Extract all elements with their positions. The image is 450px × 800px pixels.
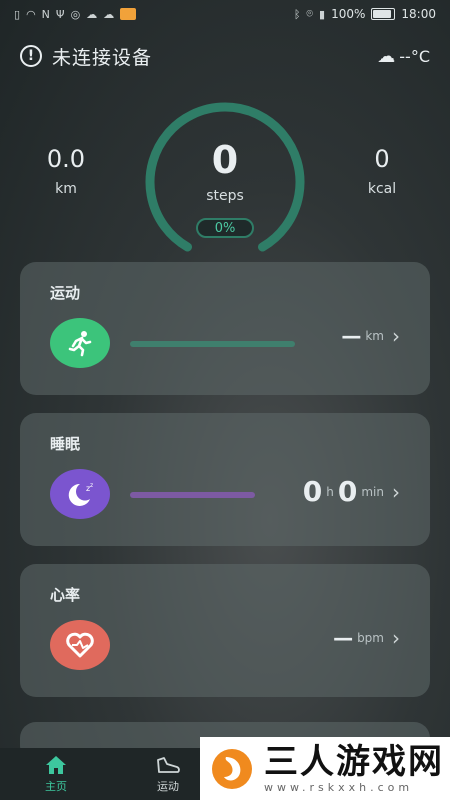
home-icon	[26, 754, 86, 778]
sport-card[interactable]: 运动 — km ›	[20, 262, 430, 395]
status-bar-right: ᛒ ⌾ ▮ 100% 18:00	[294, 7, 436, 21]
sport-value: —	[341, 324, 362, 348]
clock: 18:00	[401, 7, 436, 21]
sport-unit: km	[365, 329, 384, 343]
tab-home[interactable]: 主页	[26, 754, 86, 794]
heart-rate-card[interactable]: 心率 — bpm ›	[20, 564, 430, 697]
shoe-icon	[138, 754, 198, 778]
tab-sport[interactable]: 运动	[138, 754, 198, 794]
watermark-name: 三人游戏网	[264, 742, 444, 782]
device-status-title: 未连接设备	[52, 46, 153, 69]
sleep-hours-unit: h	[326, 484, 334, 499]
activity-summary: 0.0 km 0 steps 0 kcal 0%	[0, 90, 450, 252]
watermark-text: 三人游戏网 www.rskxxh.com	[264, 743, 444, 794]
steps-progress-badge: 0%	[196, 218, 254, 238]
steps-stat[interactable]: 0 steps	[175, 138, 275, 204]
sleep-progress-bar	[130, 492, 255, 498]
weather-widget[interactable]: ☁ --°C	[377, 46, 430, 67]
sim-icon: ▯	[14, 7, 21, 21]
header: ! 未连接设备 ☁ --°C	[20, 40, 430, 72]
chevron-right-icon: ›	[392, 324, 400, 348]
sport-value-group: — km ›	[341, 324, 400, 348]
tab-home-label: 主页	[45, 780, 67, 793]
calories-value: 0	[374, 145, 390, 173]
running-person-icon	[50, 318, 110, 368]
sleep-minutes-unit: min	[361, 484, 384, 499]
watermark-url: www.rskxxh.com	[264, 781, 414, 794]
distance-stat: 0.0 km	[36, 145, 96, 197]
distance-unit: km	[55, 181, 77, 197]
status-bar: ▯ ◠ N Ψ ◎ ☁ ☁ ᛒ ⌾ ▮ 100% 18:00	[0, 0, 450, 28]
status-bar-left: ▯ ◠ N Ψ ◎ ☁ ☁	[14, 7, 137, 21]
heart-icon	[50, 620, 110, 670]
distance-value: 0.0	[46, 145, 86, 173]
watermark-logo-icon	[212, 748, 252, 789]
sleep-hours: 0	[302, 475, 323, 508]
steps-unit: steps	[206, 188, 244, 204]
chevron-right-icon: ›	[392, 626, 400, 650]
notification-badge-icon	[120, 8, 137, 20]
tab-sport-label: 运动	[157, 780, 179, 793]
steps-value: 0	[211, 138, 239, 182]
sleep-card-title: 睡眠	[50, 435, 81, 453]
browser-icon: ◎	[70, 7, 81, 21]
sport-progress-bar	[130, 341, 295, 347]
sleep-value-group: 0 h 0 min ›	[303, 475, 400, 508]
wifi-icon: ◠	[26, 7, 36, 21]
site-watermark: 三人游戏网 www.rskxxh.com	[200, 737, 450, 800]
sport-card-title: 运动	[50, 284, 81, 302]
svg-text:z: z	[90, 482, 93, 489]
heart-rate-value: —	[333, 626, 354, 650]
usb-icon: Ψ	[55, 7, 65, 21]
sleep-card[interactable]: 睡眠 z z 0 h 0 min ›	[20, 413, 430, 546]
weather-temperature: --°C	[399, 46, 430, 66]
location-icon: ⌾	[306, 7, 314, 20]
nfc-icon: N	[41, 7, 50, 21]
sleep-minutes: 0	[337, 475, 358, 508]
device-connection-status[interactable]: ! 未连接设备	[20, 43, 152, 70]
moon-icon: z z	[50, 469, 110, 519]
heart-rate-value-group: — bpm ›	[333, 626, 400, 650]
chevron-right-icon: ›	[392, 479, 400, 504]
bluetooth-icon: ᛒ	[293, 7, 301, 21]
cloud-weather-icon: ☁	[377, 45, 396, 67]
battery-icon	[371, 8, 396, 20]
battery-percent: 100%	[331, 7, 366, 21]
cloud-icon: ☁	[86, 7, 98, 21]
vibrate-icon: ▮	[319, 7, 326, 21]
cloud-icon: ☁	[103, 7, 115, 21]
heart-rate-unit: bpm	[357, 631, 384, 645]
alert-icon: !	[20, 45, 42, 67]
heart-rate-card-title: 心率	[50, 586, 81, 604]
calories-unit: kcal	[367, 181, 397, 197]
calories-stat: 0 kcal	[352, 145, 412, 197]
